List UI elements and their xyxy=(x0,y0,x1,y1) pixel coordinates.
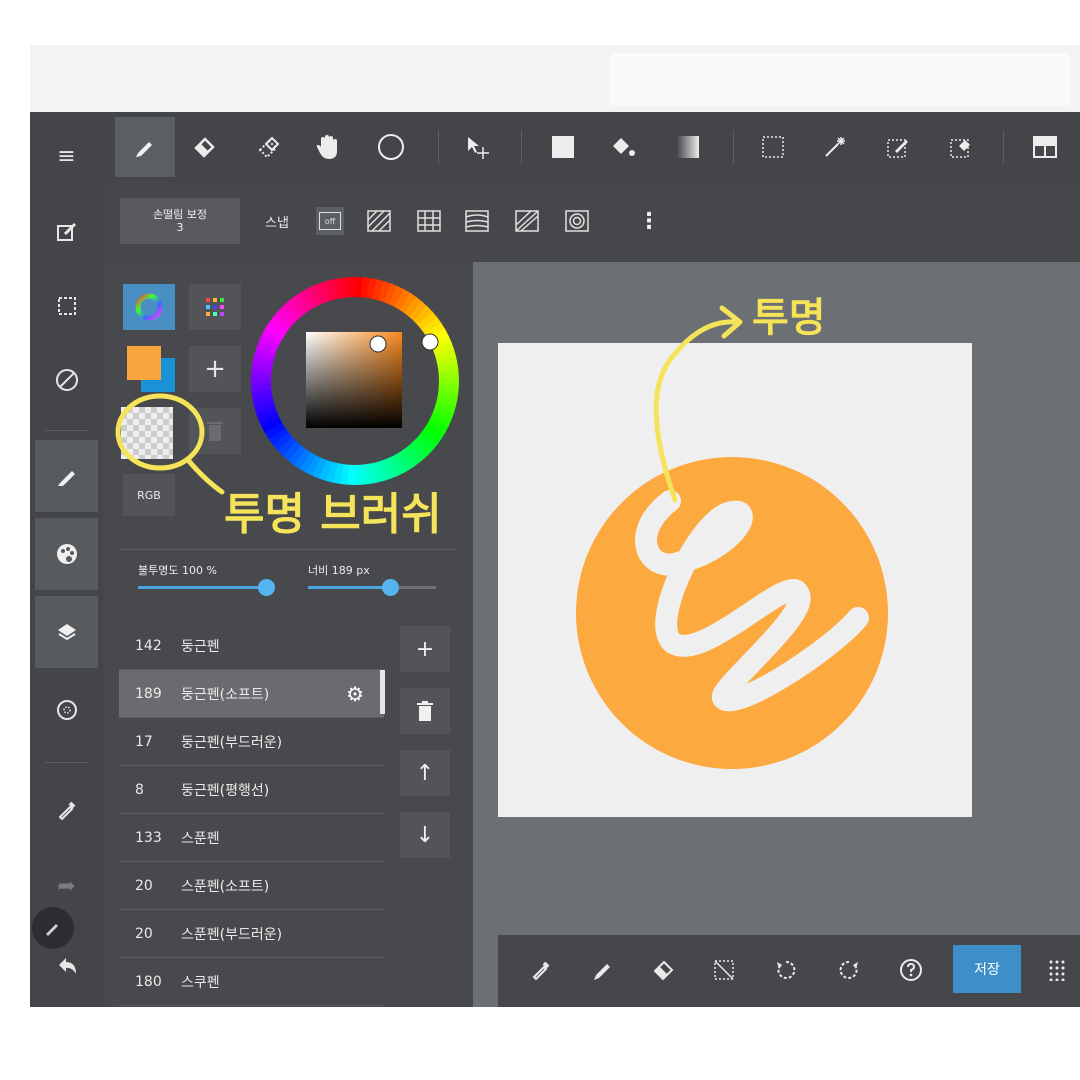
annotation-transparent-brush: 투명 브러쉬 xyxy=(224,489,442,540)
main-color-swatch[interactable] xyxy=(127,346,161,380)
annotation-transparent: 투명 xyxy=(752,295,826,341)
annotation-overlay xyxy=(115,305,743,503)
